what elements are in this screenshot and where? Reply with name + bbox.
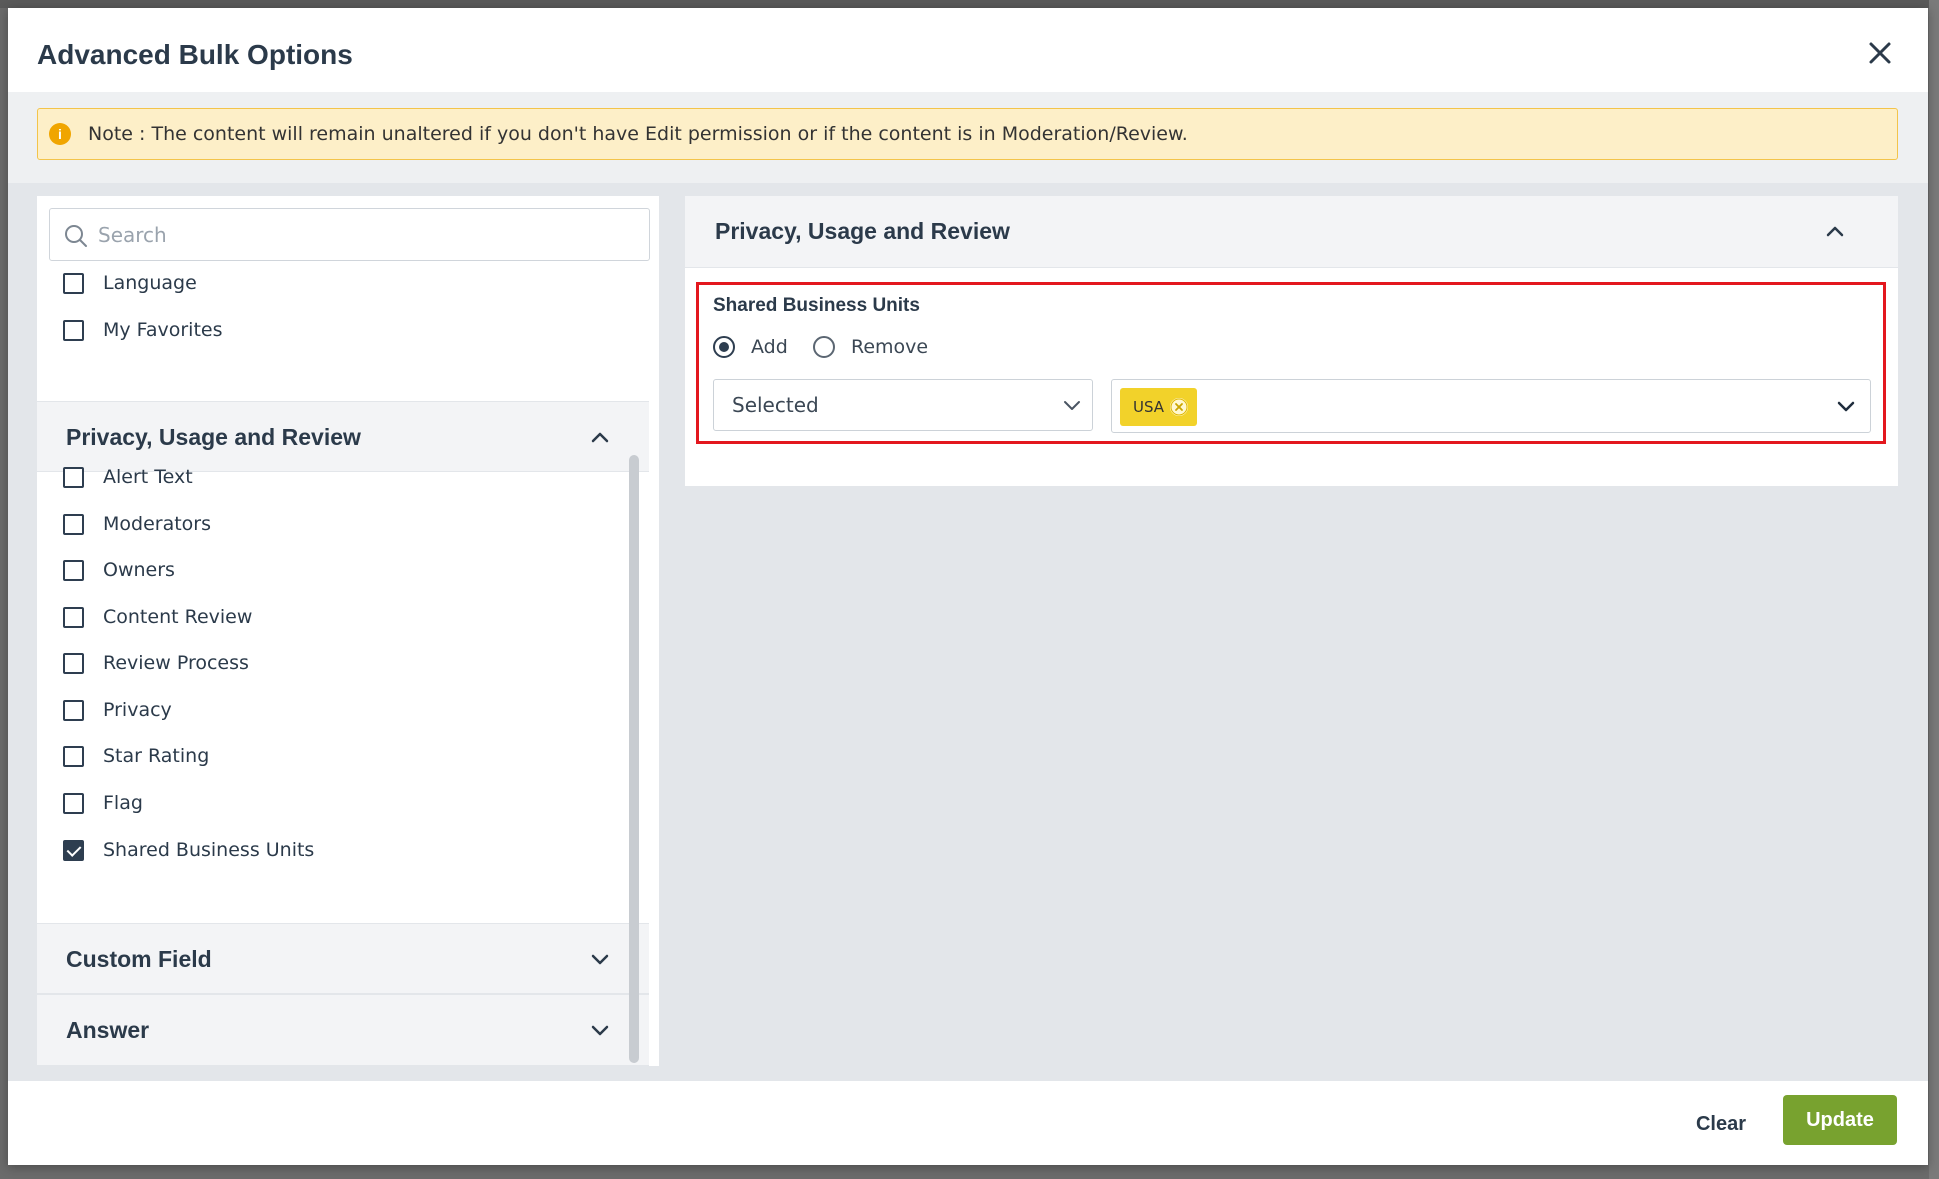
chevron-down-icon bbox=[591, 954, 609, 965]
selection-mode-dropdown[interactable]: Selected bbox=[713, 379, 1093, 431]
checkbox[interactable] bbox=[63, 466, 84, 488]
remove-tag-icon bbox=[1170, 398, 1188, 416]
close-button[interactable] bbox=[1865, 38, 1895, 68]
close-icon bbox=[1869, 42, 1891, 64]
checkbox[interactable] bbox=[63, 652, 84, 674]
note-banner: i Note : The content will remain unalter… bbox=[37, 108, 1898, 160]
checkbox-item-privacy[interactable]: Privacy bbox=[63, 696, 563, 724]
checkbox-checked[interactable] bbox=[63, 839, 84, 861]
advanced-bulk-options-modal: Advanced Bulk Options i Note : The conte… bbox=[8, 8, 1928, 1165]
shared-business-units-field: Shared Business Units Add Remove Selecte… bbox=[696, 282, 1886, 444]
checkbox-item-my-favorites[interactable]: My Favorites bbox=[63, 316, 563, 344]
chevron-up-icon[interactable] bbox=[1824, 220, 1846, 242]
checkbox[interactable] bbox=[63, 792, 84, 814]
radio-button-selected[interactable] bbox=[713, 336, 735, 358]
tag-chip: USA bbox=[1120, 388, 1197, 426]
radio-remove[interactable]: Remove bbox=[813, 333, 928, 361]
checkbox-label: Language bbox=[103, 272, 197, 294]
background-page-edge bbox=[1929, 0, 1939, 1179]
checkbox-label: Star Rating bbox=[103, 745, 210, 767]
modal-footer: Clear Update bbox=[8, 1081, 1928, 1165]
radio-button[interactable] bbox=[813, 336, 835, 358]
checkbox[interactable] bbox=[63, 559, 84, 581]
detail-section-title: Privacy, Usage and Review bbox=[715, 218, 1010, 244]
note-text: Note : The content will remain unaltered… bbox=[88, 123, 1188, 145]
radio-add[interactable]: Add bbox=[713, 333, 788, 361]
checkbox-label: Alert Text bbox=[103, 466, 193, 488]
tag-label: USA bbox=[1133, 398, 1165, 416]
chevron-down-icon bbox=[591, 1025, 609, 1036]
options-detail-panel: Privacy, Usage and Review Shared Busines… bbox=[685, 196, 1898, 486]
radio-label: Add bbox=[751, 336, 788, 358]
checkbox[interactable] bbox=[63, 319, 84, 341]
dropdown-value: Selected bbox=[732, 393, 819, 417]
checkbox-label: Moderators bbox=[103, 513, 212, 535]
chevron-down-icon bbox=[1064, 401, 1080, 410]
section-header-answer[interactable]: Answer bbox=[37, 994, 649, 1066]
remove-tag-button[interactable] bbox=[1170, 398, 1188, 416]
chevron-down-icon bbox=[1837, 401, 1855, 412]
note-area: i Note : The content will remain unalter… bbox=[8, 92, 1928, 183]
section-title: Custom Field bbox=[66, 946, 212, 972]
section-header-custom-field[interactable]: Custom Field bbox=[37, 923, 649, 994]
checkbox-item-alert-text[interactable]: Alert Text bbox=[63, 463, 563, 491]
section-header-privacy-usage-review[interactable]: Privacy, Usage and Review bbox=[37, 401, 649, 472]
checkbox[interactable] bbox=[63, 606, 84, 628]
checkbox-item-language[interactable]: Language bbox=[63, 269, 563, 297]
update-button[interactable]: Update bbox=[1783, 1095, 1897, 1145]
search-icon bbox=[65, 225, 87, 247]
checkbox-label: Owners bbox=[103, 559, 175, 581]
checkbox-label: Shared Business Units bbox=[103, 839, 315, 861]
checkbox-item-content-review[interactable]: Content Review bbox=[63, 603, 563, 631]
background-page bbox=[0, 0, 1939, 8]
search-box bbox=[49, 208, 650, 261]
checkbox-item-review-process[interactable]: Review Process bbox=[63, 649, 563, 677]
checkbox-label: Privacy bbox=[103, 699, 172, 721]
info-icon: i bbox=[49, 123, 71, 145]
checkbox-item-moderators[interactable]: Moderators bbox=[63, 510, 563, 538]
checkbox-label: Flag bbox=[103, 792, 143, 814]
checkbox[interactable] bbox=[63, 272, 84, 294]
radio-label: Remove bbox=[851, 336, 929, 358]
checkbox-label: Content Review bbox=[103, 606, 253, 628]
options-list-panel: Language My Favorites Privacy, Usage and… bbox=[37, 196, 659, 1066]
section-title: Privacy, Usage and Review bbox=[66, 424, 361, 450]
scrollbar[interactable] bbox=[629, 455, 639, 1063]
checkbox[interactable] bbox=[63, 699, 84, 721]
checkbox-label: My Favorites bbox=[103, 319, 223, 341]
checkbox-item-owners[interactable]: Owners bbox=[63, 556, 563, 584]
chevron-up-icon bbox=[591, 432, 609, 443]
checkbox-item-flag[interactable]: Flag bbox=[63, 789, 563, 817]
checkbox-item-shared-business-units[interactable]: Shared Business Units bbox=[63, 836, 563, 864]
section-title: Answer bbox=[66, 1017, 150, 1043]
search-input[interactable] bbox=[98, 219, 638, 251]
checkbox[interactable] bbox=[63, 513, 84, 535]
business-units-multiselect[interactable]: USA bbox=[1111, 379, 1871, 433]
checkbox[interactable] bbox=[63, 745, 84, 767]
field-label: Shared Business Units bbox=[713, 295, 920, 316]
modal-header: Advanced Bulk Options bbox=[8, 8, 1928, 92]
detail-section-header: Privacy, Usage and Review bbox=[685, 196, 1898, 268]
checkbox-item-star-rating[interactable]: Star Rating bbox=[63, 742, 563, 770]
checkbox-label: Review Process bbox=[103, 652, 249, 674]
modal-title: Advanced Bulk Options bbox=[37, 39, 353, 70]
clear-button[interactable]: Clear bbox=[1681, 1103, 1761, 1145]
